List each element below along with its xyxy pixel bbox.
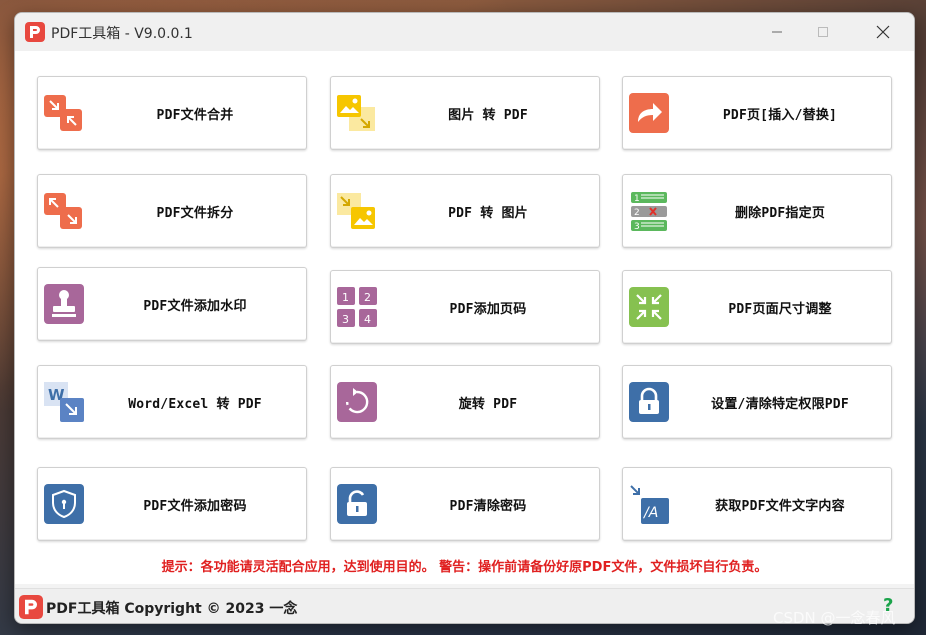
extract-text-button[interactable]: /A 获取PDF文件文字内容 [622,467,892,541]
app-logo-icon [25,22,45,42]
delete-page-button[interactable]: 1 2 3 删除PDF指定页 [622,174,892,248]
app-window: PDF工具箱 - V9.0.0.1 PDF文件合并 图片 转 PDF PDF页[… [14,12,915,624]
maximize-icon [818,27,828,37]
permission-lock-icon [627,380,671,424]
tool-label: PDF页面尺寸调整 [728,301,832,317]
hint-warning-text: 提示：各功能请灵活配合应用，达到使用目的。 警告：操作前请备份好原PDF文件，文… [161,560,768,575]
split-pdf-button[interactable]: PDF文件拆分 [37,174,307,248]
tool-label: PDF文件添加水印 [143,298,247,314]
tool-label: 图片 转 PDF [448,107,528,123]
tool-label: PDF文件拆分 [156,205,234,221]
insert-replace-page-button[interactable]: PDF页[插入/替换] [622,76,892,150]
resize-page-button[interactable]: PDF页面尺寸调整 [622,270,892,344]
extract-text-icon: /A [627,482,671,526]
shield-icon [42,482,86,526]
resize-compress-icon [627,285,671,329]
svg-text:3: 3 [634,222,640,232]
tool-label: 设置/清除特定权限PDF [711,396,849,412]
tool-label: PDF页[插入/替换] [722,107,838,123]
word-excel-to-pdf-button[interactable]: W Word/Excel 转 PDF [37,365,307,439]
stamp-icon [42,282,86,326]
merge-pdf-button[interactable]: PDF文件合并 [37,76,307,150]
word-to-pdf-icon: W [42,380,86,424]
delete-page-list-icon: 1 2 3 [627,189,671,233]
tool-label: 获取PDF文件文字内容 [715,498,845,514]
tool-label: 删除PDF指定页 [734,205,826,221]
svg-text:2: 2 [364,291,371,304]
split-icon [42,189,86,233]
svg-text:4: 4 [364,313,371,326]
watermark-text: CSDN @一念春风 [773,609,896,627]
window-title: PDF工具箱 - V9.0.0.1 [51,26,193,42]
tool-grid: PDF文件合并 图片 转 PDF PDF页[插入/替换] PDF文件拆分 PDF… [15,51,914,584]
tool-label: PDF 转 图片 [448,205,528,221]
app-logo-icon [19,595,43,619]
svg-text:1: 1 [342,291,349,304]
close-icon [876,25,890,39]
title-bar[interactable]: PDF工具箱 - V9.0.0.1 [15,13,914,52]
copyright-text: PDF工具箱 Copyright © 2023 一念 [46,601,298,617]
tool-label: Word/Excel 转 PDF [128,396,262,412]
svg-text:2: 2 [634,208,640,218]
tool-label: PDF文件添加密码 [143,498,247,514]
unlock-icon [335,482,379,526]
svg-text:3: 3 [342,313,349,326]
add-password-button[interactable]: PDF文件添加密码 [37,467,307,541]
tool-label: 旋转 PDF [458,396,518,412]
pdf-to-image-button[interactable]: PDF 转 图片 [330,174,600,248]
minimize-icon [772,31,782,33]
add-page-number-button[interactable]: 1 2 3 4 PDF添加页码 [330,270,600,344]
maximize-button[interactable] [800,17,846,47]
add-watermark-button[interactable]: PDF文件添加水印 [37,267,307,341]
svg-text:1: 1 [634,194,640,204]
minimize-button[interactable] [754,17,800,47]
pdf-to-image-icon [335,189,379,233]
remove-password-button[interactable]: PDF清除密码 [330,467,600,541]
tool-label: PDF文件合并 [156,107,234,123]
page-number-grid-icon: 1 2 3 4 [335,285,379,329]
image-to-pdf-icon [335,91,379,135]
close-button[interactable] [860,17,906,47]
set-clear-permission-button[interactable]: 设置/清除特定权限PDF [622,365,892,439]
tool-label: PDF清除密码 [449,498,527,514]
rotate-pdf-button[interactable]: 旋转 PDF [330,365,600,439]
tool-label: PDF添加页码 [449,301,527,317]
image-to-pdf-button[interactable]: 图片 转 PDF [330,76,600,150]
merge-icon [42,91,86,135]
share-arrow-icon [627,91,671,135]
svg-text:/A: /A [642,505,658,521]
rotate-icon [335,380,379,424]
